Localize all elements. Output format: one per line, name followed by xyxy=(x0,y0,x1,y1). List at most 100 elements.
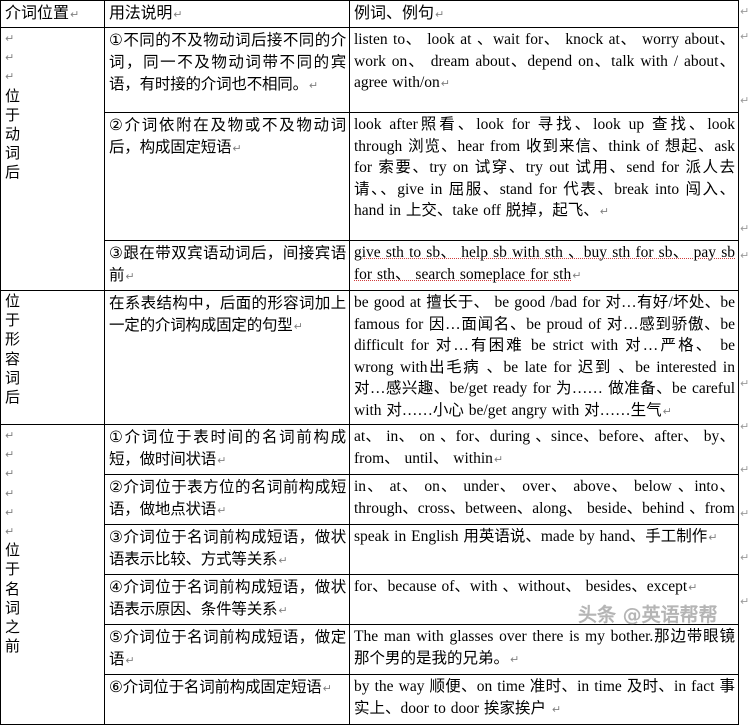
examples-cell: at、 in、 on 、for、during 、since、before、aft… xyxy=(349,424,739,475)
pilcrow-icon: ↵ xyxy=(5,486,15,500)
header-position-label: 介词位置 xyxy=(5,3,70,22)
usage-cell: ⑥介词位于名词前构成固定短语↵ xyxy=(104,674,350,725)
usage-cell: 在系表结构中，后面的形容词加上一定的介词构成固定的句型↵ xyxy=(104,290,350,425)
examples-text: speak in English 用英语说、made by hand、手工制作 xyxy=(354,528,708,545)
usage-text: 在系表结构中，后面的形容词加上一定的介词构成固定的句型 xyxy=(109,294,346,334)
table-header-row: 介词位置↵ 用法说明↵ 例词、例句↵ xyxy=(0,0,739,28)
position-char: 于 xyxy=(5,560,21,579)
examples-cell: give sth to sb、 help sb with sth 、buy st… xyxy=(349,240,739,291)
examples-cell: The man with glasses over there is my bo… xyxy=(349,624,739,675)
position-char: 位 xyxy=(5,292,21,310)
examples-text: for、because of、with 、without、 besides、ex… xyxy=(354,578,688,595)
pilcrow-icon: ↵ xyxy=(70,8,80,21)
pilcrow-icon: ↵ xyxy=(740,249,750,262)
header-cell-position: 介词位置↵ xyxy=(0,0,105,28)
examples-text: be good at 擅长于、 be good /bad for 对…有好/坏处… xyxy=(354,294,735,419)
table-row: ⑥介词位于名词前构成固定短语↵ by the way 顺便、on time 准时… xyxy=(1,674,739,725)
position-char: 容 xyxy=(5,349,21,368)
table-row: ③介词位于名词前构成短语，做状语表示比较、方式等关系↵ speak in Eng… xyxy=(1,524,739,575)
usage-cell: ④介词位于名词前构成短语，做状语表示原因、条件等关系↵ xyxy=(104,574,350,625)
header-cell-usage: 用法说明↵ xyxy=(104,0,350,28)
examples-cell: in、 at、 on、 under、 over、 above、 below 、i… xyxy=(349,474,739,525)
pilcrow-icon: ↵ xyxy=(599,205,610,218)
position-char: 位 xyxy=(5,86,21,105)
pilcrow-icon: ↵ xyxy=(5,448,15,462)
usage-cell: ②介词依附在及物或不及物动词后，构成固定短语↵ xyxy=(104,112,350,241)
position-char: 词 xyxy=(5,368,21,387)
examples-cell: look after照看、look for 寻找、look up 查找、look… xyxy=(349,112,739,241)
position-char: 位 xyxy=(5,541,21,560)
table-row: 位 于 形 容 词 后 在系表结构中，后面的形容词加上一定的介词构成固定的句型↵… xyxy=(0,290,739,425)
pilcrow-icon: ↵ xyxy=(232,142,242,155)
header-examples-label: 例词、例句 xyxy=(354,3,435,22)
pilcrow-icon: ↵ xyxy=(510,652,520,666)
examples-cell: speak in English 用英语说、made by hand、手工制作↵ xyxy=(349,524,739,575)
pilcrow-icon: ↵ xyxy=(5,51,15,65)
pilcrow-icon: ↵ xyxy=(688,581,698,594)
pilcrow-icon: ↵ xyxy=(493,452,504,466)
position-char: 词 xyxy=(5,144,21,163)
pilcrow-icon: ↵ xyxy=(5,467,15,481)
examples-cell: listen to、 look at 、wait for、 knock at、 … xyxy=(349,27,739,113)
pilcrow-icon: ↵ xyxy=(125,270,135,283)
pilcrow-icon: ↵ xyxy=(740,222,750,235)
pilcrow-icon: ↵ xyxy=(708,531,718,544)
examples-text: The man with glasses over there is my bo… xyxy=(354,628,735,667)
pilcrow-icon: ↵ xyxy=(308,79,318,92)
position-char: 形 xyxy=(5,330,21,349)
examples-cell: be good at 擅长于、 be good /bad for 对…有好/坏处… xyxy=(349,290,739,425)
pilcrow-icon: ↵ xyxy=(5,32,15,45)
pilcrow-icon: ↵ xyxy=(740,420,750,433)
pilcrow-icon: ↵ xyxy=(740,507,750,520)
usage-cell: ①介词位于表时间的名词前构成短，做时间状语↵ xyxy=(104,424,350,475)
usage-cell: ③跟在带双宾语动词后，间接宾语前↵ xyxy=(104,240,350,291)
examples-text: give sth to sb、 help sb with sth 、buy st… xyxy=(354,244,735,283)
pilcrow-icon: ↵ xyxy=(125,654,135,667)
usage-cell: ⑤介词位于名词前构成短语，做定语↵ xyxy=(104,624,350,675)
pilcrow-icon: ↵ xyxy=(293,320,303,333)
pilcrow-icon: ↵ xyxy=(740,551,750,564)
header-usage-label: 用法说明 xyxy=(109,3,173,22)
examples-text: in、 at、 on、 under、 over、 above、 below 、i… xyxy=(354,478,735,517)
pilcrow-icon: ↵ xyxy=(217,454,227,467)
position-cell-adjective: 位 于 形 容 词 后 xyxy=(0,290,105,425)
usage-text: ④介词位于名词前构成短语，做状语表示原因、条件等关系 xyxy=(109,578,346,618)
position-char: 之 xyxy=(5,617,21,636)
pilcrow-icon: ↵ xyxy=(5,505,15,519)
pilcrow-icon: ↵ xyxy=(278,604,288,617)
usage-text: ①介词位于表时间的名词前构成短，做时间状语 xyxy=(109,428,346,468)
pilcrow-icon: ↵ xyxy=(740,377,750,390)
pilcrow-icon: ↵ xyxy=(278,554,288,567)
pilcrow-icon: ↵ xyxy=(173,8,183,21)
grammar-table: 介词位置↵ 用法说明↵ 例词、例句↵ ↵ ↵ ↵ 位 于 动 词 后 ①不同的不… xyxy=(0,0,739,725)
pilcrow-icon: ↵ xyxy=(440,77,451,90)
position-cell-verb: ↵ ↵ ↵ 位 于 动 词 后 xyxy=(0,27,105,291)
table-row: ⑤介词位于名词前构成短语，做定语↵ The man with glasses o… xyxy=(1,624,739,675)
usage-text: ⑥介词位于名词前构成固定短语 xyxy=(109,678,322,696)
position-char: 词 xyxy=(5,598,21,617)
pilcrow-icon: ↵ xyxy=(5,524,15,538)
position-char: 前 xyxy=(5,637,21,656)
examples-text: at、 in、 on 、for、during 、since、before、aft… xyxy=(354,428,735,467)
usage-text: ③跟在带双宾语动词后，间接宾语前 xyxy=(109,244,346,284)
table-row: ↵ ↵ ↵ 位 于 动 词 后 ①不同的不及物动词后接不同的介词，同一不及物动词… xyxy=(0,27,739,291)
table-row: ③跟在带双宾语动词后，间接宾语前↵ give sth to sb、 help s… xyxy=(1,240,739,291)
position-char: 于 xyxy=(5,105,21,124)
examples-cell: by the way 顺便、on time 准时、in time 及时、in f… xyxy=(349,674,739,725)
pilcrow-icon: ↵ xyxy=(740,5,750,18)
usage-text: ③介词位于名词前构成短语，做状语表示比较、方式等关系 xyxy=(109,528,346,568)
document-page: 介词位置↵ 用法说明↵ 例词、例句↵ ↵ ↵ ↵ 位 于 动 词 后 ①不同的不… xyxy=(0,0,756,725)
usage-text: ⑤介词位于名词前构成短语，做定语 xyxy=(109,628,346,668)
pilcrow-icon: ↵ xyxy=(551,702,562,716)
pilcrow-icon: ↵ xyxy=(572,268,582,282)
table-row: ②介词位于表方位的名词前构成短语，做地点状语↵ in、 at、 on、 unde… xyxy=(1,474,739,525)
pilcrow-icon: ↵ xyxy=(740,595,750,608)
examples-text: by the way 顺便、on time 准时、in time 及时、in f… xyxy=(354,678,735,717)
examples-text: look after照看、look for 寻找、look up 查找、look… xyxy=(354,116,735,219)
pilcrow-icon: ↵ xyxy=(740,463,750,476)
examples-text: listen to、 look at 、wait for、 knock at、 … xyxy=(354,31,735,91)
usage-cell: ③介词位于名词前构成短语，做状语表示比较、方式等关系↵ xyxy=(104,524,350,575)
position-char: 动 xyxy=(5,124,21,143)
pilcrow-icon: ↵ xyxy=(740,30,750,43)
usage-text: ②介词依附在及物或不及物动词后，构成固定短语 xyxy=(109,116,346,156)
